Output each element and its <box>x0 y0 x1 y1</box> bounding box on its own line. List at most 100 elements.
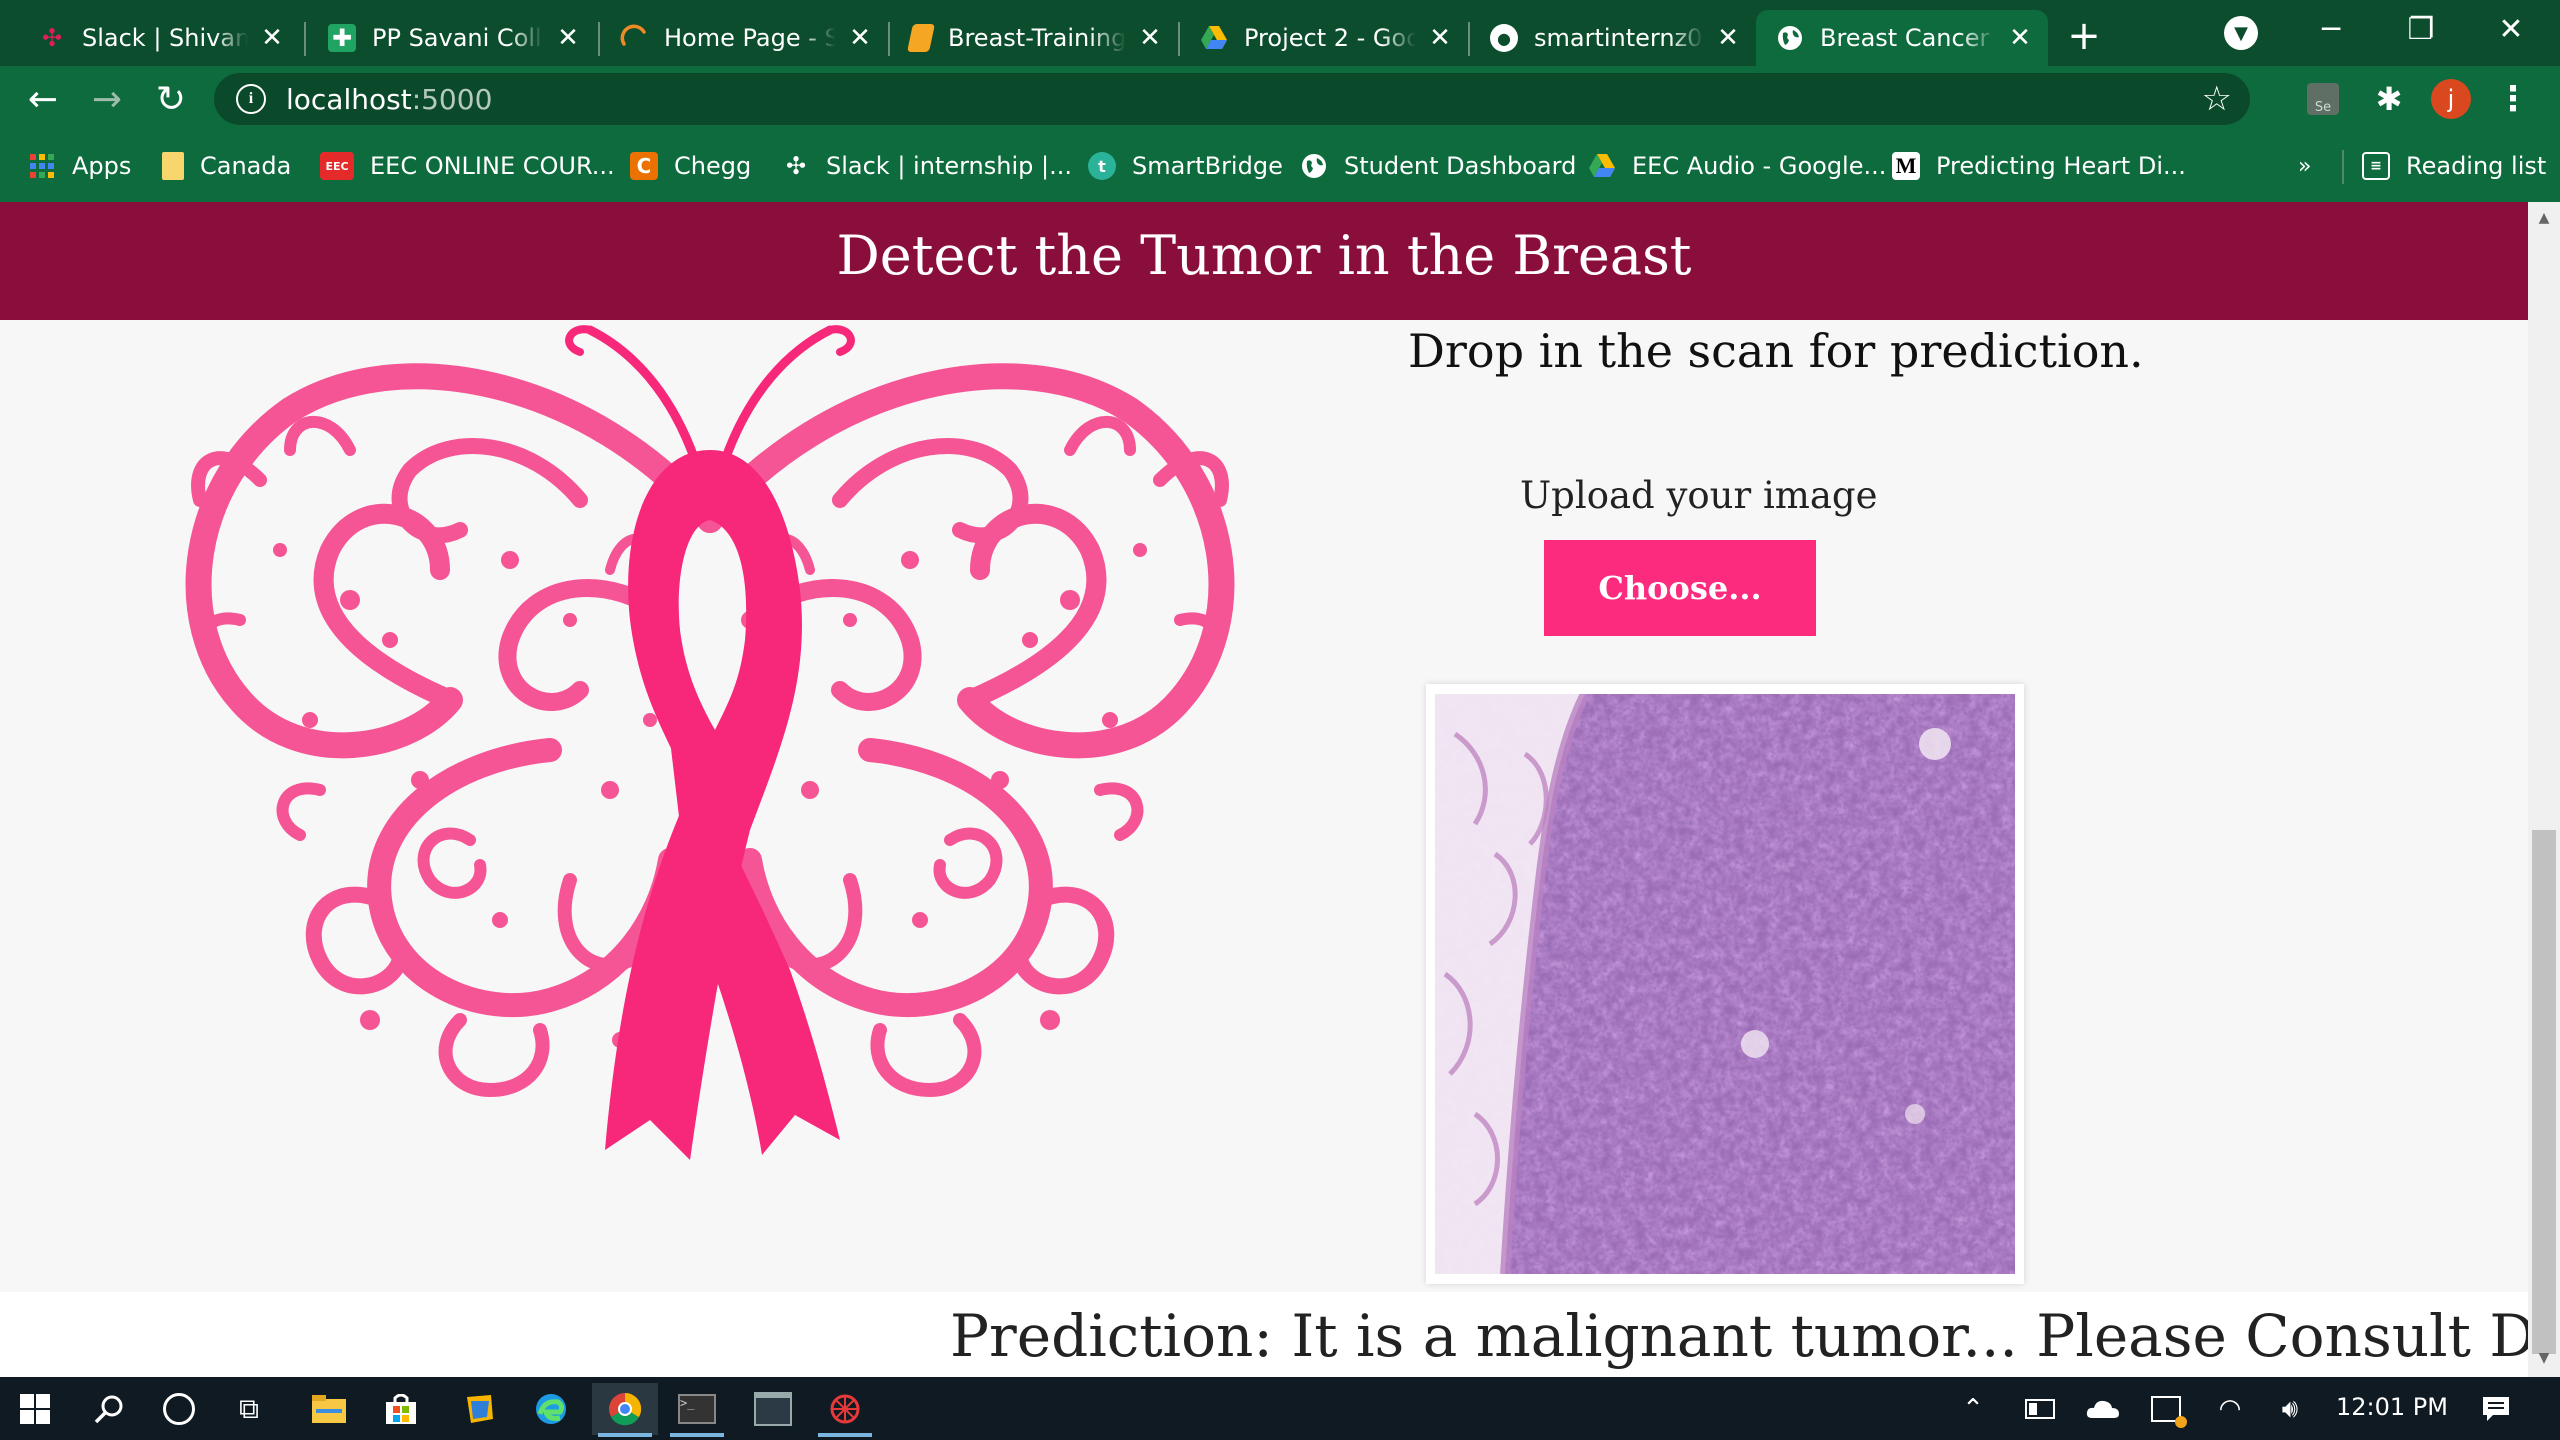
kebab-menu-icon[interactable]: ⋮ <box>2490 76 2536 122</box>
bookmark-apps[interactable]: Apps <box>28 146 131 186</box>
histology-scan-image <box>1435 694 2015 1274</box>
tab-home-page[interactable]: Home Page - SmartBridge ✕ <box>600 10 888 66</box>
bookmark-label: Apps <box>72 152 132 180</box>
close-icon[interactable]: ✕ <box>554 23 582 53</box>
speaker-icon[interactable]: 🔊︎ <box>2270 1391 2310 1427</box>
store-icon[interactable] <box>368 1383 434 1435</box>
close-icon[interactable]: ✕ <box>846 23 874 53</box>
url-host: localhost <box>286 82 412 116</box>
bookmark-label: Student Dashboard <box>1344 152 1577 180</box>
bookmark-label: SmartBridge <box>1132 152 1283 180</box>
arrow-right-icon: → <box>91 78 123 120</box>
cortana-icon[interactable] <box>146 1383 212 1435</box>
file-explorer-icon[interactable] <box>296 1383 362 1435</box>
taskbar-clock[interactable]: 12:01 PM <box>2336 1393 2448 1421</box>
bookmarks-bar: Apps Canada EEC EEC ONLINE COUR... C Che… <box>0 132 2560 202</box>
sheets-icon: ✚ <box>328 24 356 52</box>
bookmark-eec-online[interactable]: EEC EEC ONLINE COUR... <box>320 146 615 186</box>
close-icon[interactable]: ✕ <box>1426 23 1454 53</box>
close-window-button[interactable]: ✕ <box>2466 0 2556 58</box>
bookmark-label: Slack | internship |... <box>826 152 1072 180</box>
bookmark-chegg[interactable]: C Chegg <box>630 146 751 186</box>
edge-icon[interactable] <box>518 1383 584 1435</box>
tab-search-button[interactable]: ▼ <box>2224 16 2258 50</box>
task-view-icon[interactable]: ⧉ <box>216 1383 282 1435</box>
bookmark-predicting-heart[interactable]: M Predicting Heart Di... <box>1892 146 2186 186</box>
drive-icon <box>1588 152 1616 180</box>
scroll-down-arrow-icon[interactable]: ▼ <box>2530 1350 2558 1370</box>
terminal-icon[interactable]: >_ <box>664 1383 730 1437</box>
onedrive-icon[interactable] <box>2080 1391 2126 1427</box>
chrome-taskbar-icon[interactable] <box>592 1383 658 1437</box>
reload-button[interactable]: ↻ <box>146 74 196 124</box>
tab-title: smartinternz02 <box>1534 24 1704 52</box>
browser-tab-strip: ✣ Slack | Shivam S ✕ ✚ PP Savani College… <box>0 0 2560 66</box>
close-icon[interactable]: ✕ <box>1714 23 1742 53</box>
choose-file-button[interactable]: Choose... <box>1544 540 1816 636</box>
meet-now-icon[interactable] <box>2146 1391 2187 1428</box>
web-page: Detect the Tumor in the Breast Drop in t… <box>0 202 2528 1377</box>
close-icon[interactable]: ✕ <box>2006 23 2034 53</box>
tab-title: Slack | Shivam S <box>82 24 248 52</box>
tab-title: Project 2 - Google Drive <box>1244 24 1416 52</box>
scroll-up-arrow-icon[interactable]: ▲ <box>2530 210 2558 230</box>
star-icon[interactable]: ☆ <box>2202 79 2232 119</box>
avatar[interactable]: j <box>2428 76 2474 122</box>
forward-button[interactable]: → <box>82 74 132 124</box>
page-title: Detect the Tumor in the Breast <box>836 224 1692 287</box>
address-bar[interactable]: i localhost:5000 ☆ <box>214 73 2250 125</box>
window-app-icon[interactable] <box>740 1383 806 1435</box>
close-icon[interactable]: ✕ <box>1136 23 1164 53</box>
minimize-button[interactable]: ─ <box>2286 0 2376 58</box>
smartbridge-icon: t <box>1088 152 1116 180</box>
globe-icon <box>1300 152 1328 180</box>
sticky-notes-icon[interactable] <box>446 1383 512 1435</box>
tab-slack[interactable]: ✣ Slack | Shivam S ✕ <box>18 10 300 66</box>
bookmark-label: Canada <box>200 152 292 180</box>
bookmark-smartbridge[interactable]: t SmartBridge <box>1088 146 1283 186</box>
tab-breast-cancer[interactable]: Breast Cancer D ✕ <box>1756 10 2048 66</box>
url-text[interactable]: localhost:5000 <box>286 83 492 116</box>
back-button[interactable]: ← <box>18 74 68 124</box>
tab-project-2[interactable]: Project 2 - Google Drive ✕ <box>1180 10 1468 66</box>
close-icon[interactable]: ✕ <box>258 23 286 53</box>
puzzle-icon[interactable]: ✱ <box>2366 76 2412 122</box>
slack-icon: ✣ <box>41 24 63 52</box>
bookmark-eec-audio[interactable]: EEC Audio - Google... <box>1588 146 1886 186</box>
tab-github[interactable]: ● smartinternz02 ✕ <box>1470 10 1756 66</box>
tab-title: PP Savani College <box>372 24 544 52</box>
bookmark-slack[interactable]: ✣ Slack | internship |... <box>782 146 1072 186</box>
bookmarks-overflow-button[interactable]: » <box>2298 146 2311 186</box>
selenium-extension-icon[interactable]: Se <box>2300 76 2346 122</box>
battery-icon[interactable] <box>2020 1391 2060 1427</box>
apps-grid-icon <box>28 152 56 180</box>
tab-title: Breast-Training <box>948 24 1126 52</box>
tab-breast-training[interactable]: Breast-Training ✕ <box>890 10 1178 66</box>
url-port: :5000 <box>411 82 493 116</box>
eec-icon: EEC <box>320 152 354 180</box>
bookmark-student-dashboard[interactable]: Student Dashboard <box>1300 146 1576 186</box>
tab-title: Home Page - SmartBridge <box>664 24 836 52</box>
medium-icon: M <box>1892 152 1920 180</box>
overflow-label: » <box>2298 153 2312 179</box>
search-icon[interactable] <box>76 1383 142 1435</box>
reading-list-button[interactable]: ≡ Reading list <box>2362 146 2546 186</box>
info-icon[interactable]: i <box>236 84 266 114</box>
tab-pp-savani[interactable]: ✚ PP Savani College ✕ <box>308 10 596 66</box>
butterfly-ribbon-illustration <box>150 325 1270 1160</box>
anaconda-app-icon[interactable] <box>812 1383 878 1437</box>
notifications-icon[interactable] <box>2474 1391 2518 1427</box>
smartbridge-icon <box>620 24 648 52</box>
drop-heading: Drop in the scan for prediction. <box>1408 324 2144 378</box>
restore-button[interactable]: ❐ <box>2376 0 2466 58</box>
bookmark-canada[interactable]: Canada <box>162 146 291 186</box>
reading-list-icon: ≡ <box>2362 152 2390 180</box>
wifi-icon[interactable]: ◠ <box>2210 1391 2250 1427</box>
scrollbar-thumb[interactable] <box>2532 830 2556 1354</box>
github-icon: ● <box>1490 24 1518 52</box>
notebook-icon <box>907 24 935 52</box>
chevron-up-icon[interactable]: ⌃ <box>1956 1391 1990 1427</box>
new-tab-button[interactable]: + <box>2062 13 2106 59</box>
windows-start-icon[interactable] <box>2 1383 68 1435</box>
chegg-icon: C <box>630 152 658 180</box>
